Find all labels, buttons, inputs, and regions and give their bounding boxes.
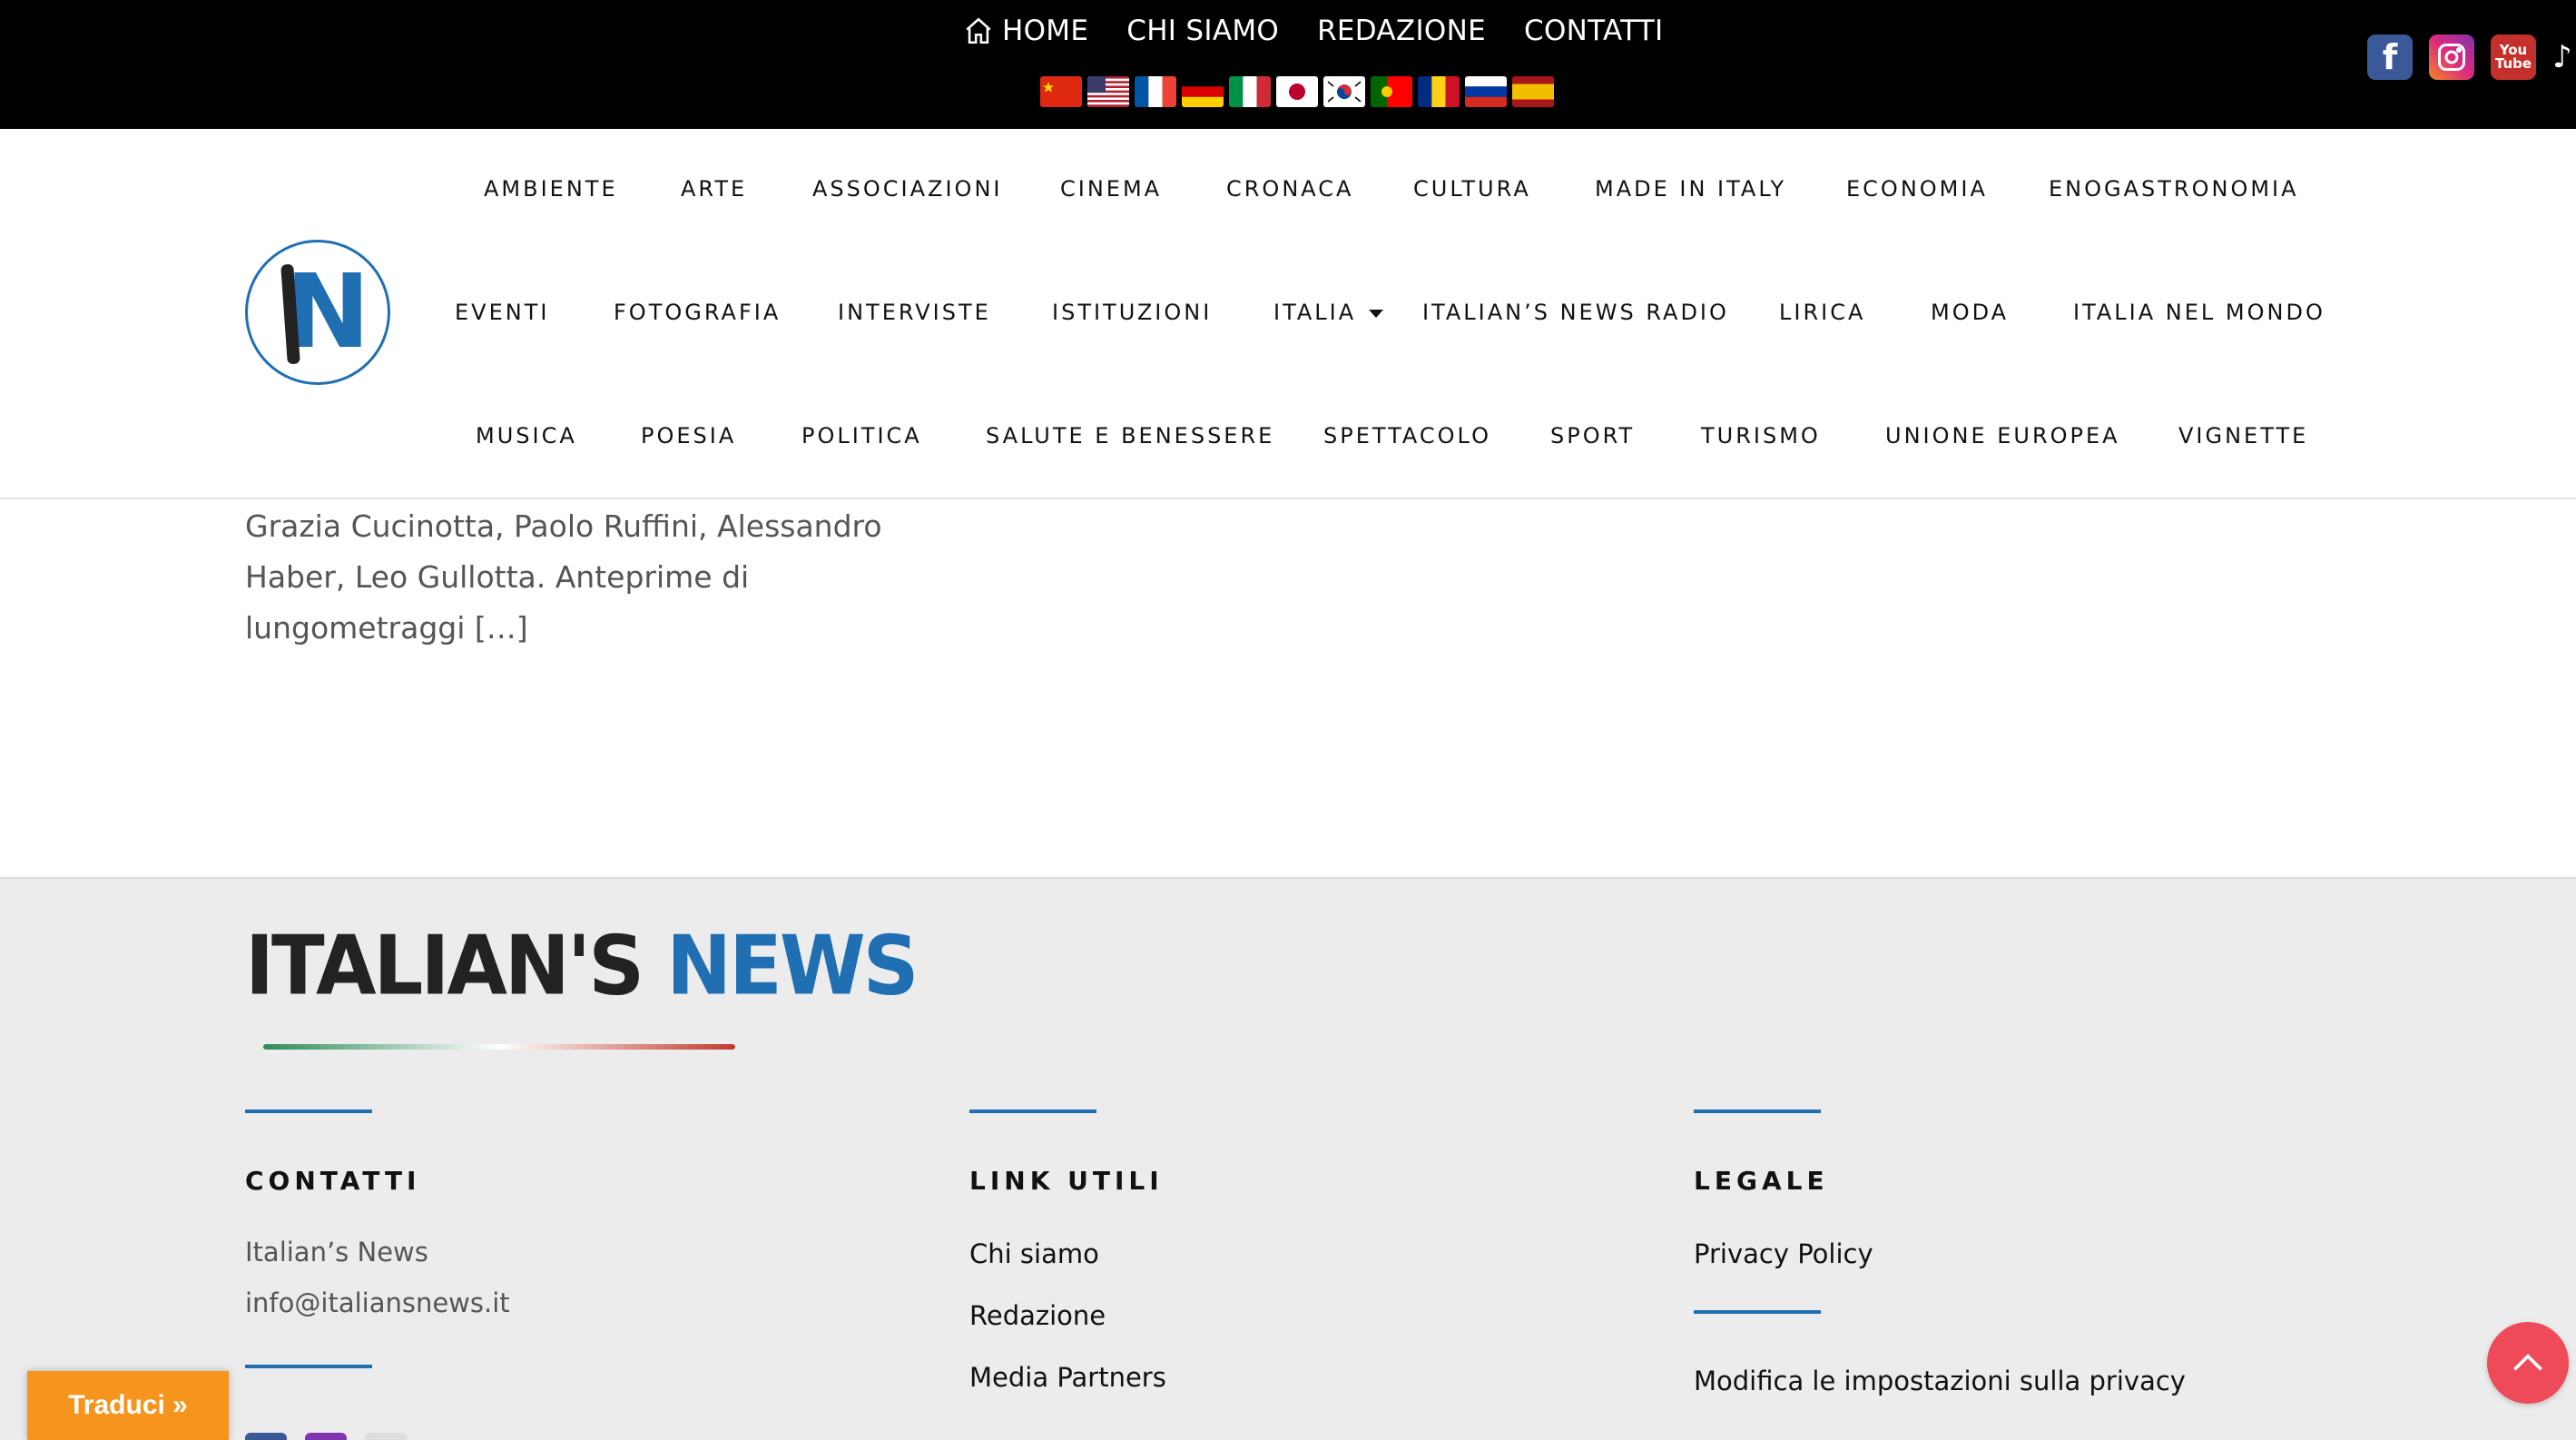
contact-email[interactable]: info@italiansnews.it <box>245 1277 880 1328</box>
footer-logo-right: NEWS <box>666 918 919 1014</box>
facebook-glyph: f <box>2382 37 2398 77</box>
footer-contatti-column: CONTATTI Italian’s News info@italiansnew… <box>245 1110 880 1368</box>
translate-button[interactable]: Traduci » <box>27 1371 229 1440</box>
facebook-icon[interactable]: f <box>2367 35 2413 80</box>
menu-item-turismo[interactable]: TURISMO <box>1701 423 1821 449</box>
article-line: Grazia Cucinotta, Paolo Ruffini, Alessan… <box>245 508 882 544</box>
nav-redazione-link[interactable]: REDAZIONE <box>1317 15 1486 47</box>
contact-name: Italian’s News <box>245 1237 428 1267</box>
home-icon <box>966 17 991 44</box>
footer-link-chi-siamo[interactable]: Chi siamo <box>969 1223 1605 1285</box>
menu-item-italia-nel-mondo[interactable]: ITALIA NEL MONDO <box>2073 300 2325 325</box>
flag-russia-icon[interactable] <box>1465 76 1507 107</box>
footer-link-media-partners[interactable]: Media Partners <box>969 1346 1605 1408</box>
flag-romania-icon[interactable] <box>1418 76 1460 107</box>
top-navigation: HOME CHI SIAMO REDAZIONE CONTATTI <box>962 15 1663 47</box>
menu-item-associazioni[interactable]: ASSOCIAZIONI <box>812 176 1002 202</box>
flag-usa-icon[interactable] <box>1087 76 1129 107</box>
footer-logo-underline <box>263 1044 735 1050</box>
flag-spain-icon[interactable] <box>1512 76 1554 107</box>
menu-item-italia-label: ITALIA <box>1273 300 1357 325</box>
chevron-up-icon <box>2513 1354 2542 1371</box>
tiktok-icon[interactable]: ♪ <box>2552 39 2571 75</box>
footer-link-utili-column: LINK UTILI Chi siamo Redazione Media Par… <box>969 1110 1605 1408</box>
menu-item-salute-e-benessere[interactable]: SALUTE E BENESSERE <box>986 423 1274 449</box>
menu-item-arte[interactable]: ARTE <box>681 176 747 202</box>
youtube-icon[interactable]: You Tube <box>2491 35 2536 80</box>
menu-item-italia[interactable]: ITALIA <box>1273 300 1384 325</box>
youtube-icon[interactable] <box>365 1433 407 1440</box>
section-divider <box>245 1110 372 1113</box>
footer-logo-left: ITALIAN'S <box>245 918 644 1014</box>
facebook-icon[interactable] <box>245 1433 287 1440</box>
top-bar: HOME CHI SIAMO REDAZIONE CONTATTI f You T… <box>0 0 2576 129</box>
article-line: Haber, Leo Gullotta. Anteprime di <box>245 559 750 595</box>
footer-legale-column: LEGALE Privacy Policy Modifica le impost… <box>1694 1110 2329 1412</box>
section-divider <box>245 1365 372 1368</box>
nav-home-label: HOME <box>1002 15 1089 47</box>
footer-link-utili-title: LINK UTILI <box>969 1166 1164 1196</box>
footer-logo-text: ITALIAN'S NEWS <box>245 918 919 1014</box>
menu-item-cultura[interactable]: CULTURA <box>1413 176 1531 202</box>
menu-item-interviste[interactable]: INTERVISTE <box>838 300 991 325</box>
menu-item-eventi[interactable]: EVENTI <box>455 300 549 325</box>
flag-china-icon[interactable] <box>1040 76 1082 107</box>
nav-contatti-link[interactable]: CONTATTI <box>1524 15 1663 47</box>
footer-link-privacy-settings[interactable]: Modifica le impostazioni sulla privacy <box>1694 1350 2329 1412</box>
footer-link-privacy-policy[interactable]: Privacy Policy <box>1694 1223 2329 1285</box>
social-links: f You Tube ♪ <box>2367 35 2571 80</box>
footer-legale-title: LEGALE <box>1694 1166 1829 1196</box>
chevron-down-icon <box>1369 309 1384 318</box>
site-logo[interactable]: N <box>245 240 390 385</box>
section-divider <box>969 1110 1096 1113</box>
flag-germany-icon[interactable] <box>1182 76 1224 107</box>
menu-item-musica[interactable]: MUSICA <box>476 423 577 449</box>
menu-item-poesia[interactable]: POESIA <box>641 423 736 449</box>
menu-item-cinema[interactable]: CINEMA <box>1060 176 1162 202</box>
flag-portugal-icon[interactable] <box>1371 76 1412 107</box>
menu-item-cronaca[interactable]: CRONACA <box>1226 176 1353 202</box>
menu-item-vignette[interactable]: VIGNETTE <box>2178 423 2308 449</box>
menu-item-sport[interactable]: SPORT <box>1550 423 1635 449</box>
youtube-label-tube: Tube <box>2494 55 2532 72</box>
menu-item-unione-europea[interactable]: UNIONE EUROPEA <box>1885 423 2120 449</box>
footer-contatti-title: CONTATTI <box>245 1166 421 1196</box>
section-divider <box>1694 1310 1821 1314</box>
instagram-icon[interactable] <box>305 1433 347 1440</box>
menu-item-italians-news-radio[interactable]: ITALIAN’S NEWS RADIO <box>1422 300 1729 325</box>
flag-japan-icon[interactable] <box>1276 76 1318 107</box>
menu-item-enogastronomia[interactable]: ENOGASTRONOMIA <box>2049 176 2299 202</box>
footer-link-redazione[interactable]: Redazione <box>969 1285 1605 1346</box>
menu-item-made-in-italy[interactable]: MADE IN ITALY <box>1595 176 1786 202</box>
flag-italy-icon[interactable] <box>1229 76 1271 107</box>
flag-france-icon[interactable] <box>1135 76 1176 107</box>
menu-item-fotografia[interactable]: FOTOGRAFIA <box>614 300 781 325</box>
article-line[interactable]: lungometraggi […] <box>245 603 899 654</box>
scroll-to-top-button[interactable] <box>2487 1322 2569 1404</box>
footer-logo[interactable]: ITALIAN'S NEWS <box>245 918 919 1057</box>
language-flags <box>1040 76 1554 107</box>
menu-item-spettacolo[interactable]: SPETTACOLO <box>1323 423 1491 449</box>
section-divider <box>1694 1110 1821 1113</box>
nav-home-link[interactable]: HOME <box>962 15 1088 47</box>
footer-social-icons <box>245 1433 407 1440</box>
menu-item-moda[interactable]: MODA <box>1931 300 2009 325</box>
flag-korea-icon[interactable] <box>1323 76 1365 107</box>
menu-item-politica[interactable]: POLITICA <box>801 423 922 449</box>
menu-item-economia[interactable]: ECONOMIA <box>1846 176 1988 202</box>
instagram-icon[interactable] <box>2429 35 2474 80</box>
nav-chi-siamo-link[interactable]: CHI SIAMO <box>1126 15 1279 47</box>
menu-item-ambiente[interactable]: AMBIENTE <box>484 176 618 202</box>
menu-item-istituzioni[interactable]: ISTITUZIONI <box>1052 300 1212 325</box>
menu-item-lirica[interactable]: LIRICA <box>1779 300 1865 325</box>
